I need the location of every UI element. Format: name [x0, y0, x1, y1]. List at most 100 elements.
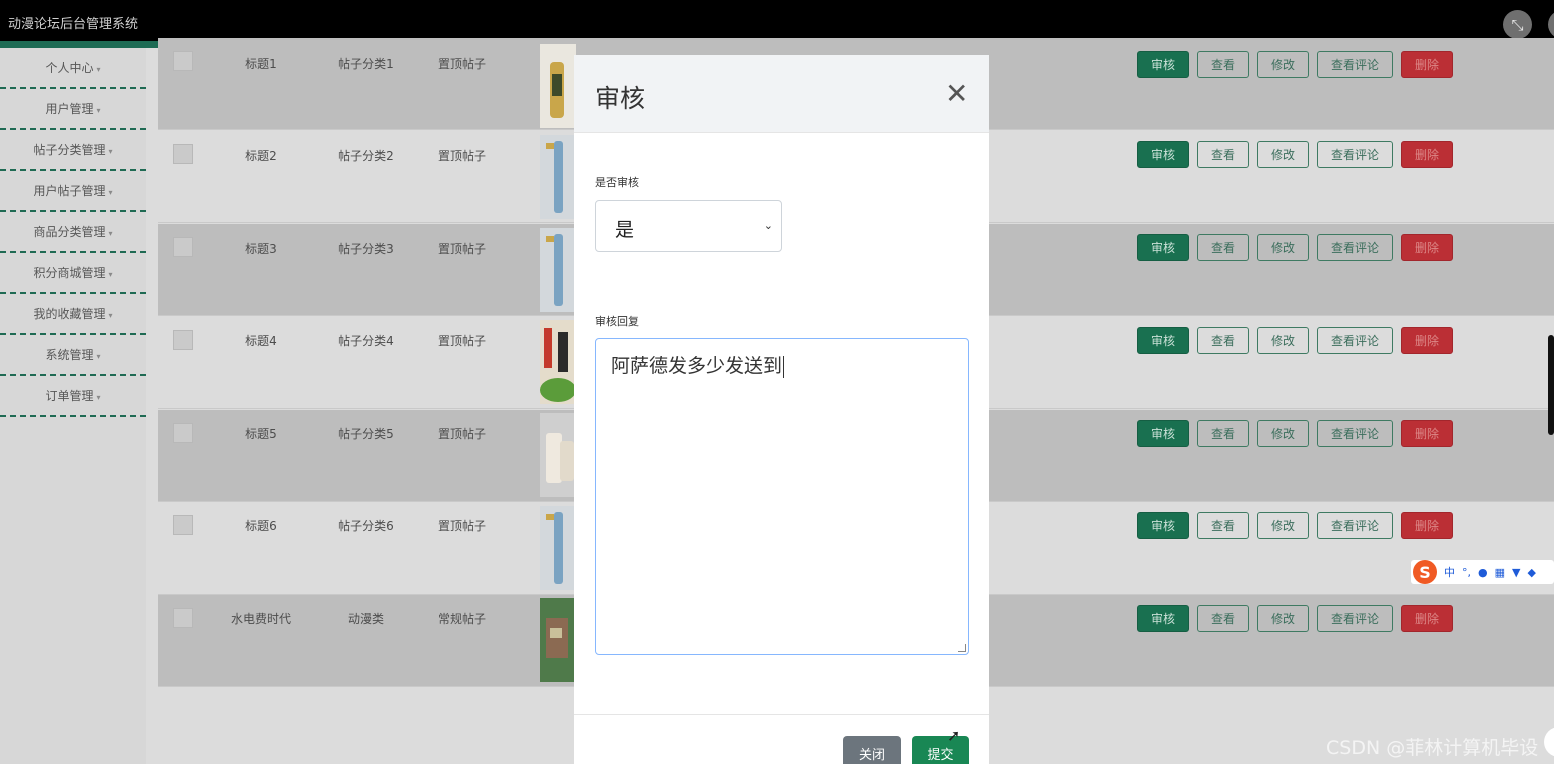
view-comments-button[interactable]: 查看评论	[1317, 512, 1393, 539]
sidebar-item-personal-center[interactable]: 个人中心 ▾	[0, 48, 146, 89]
cell-title: 标题4	[245, 334, 277, 348]
row-checkbox[interactable]	[173, 144, 193, 164]
review-button[interactable]: 审核	[1137, 234, 1189, 261]
row-actions: 审核 查看 修改 查看评论 删除	[1137, 420, 1453, 447]
cell-title: 标题2	[245, 149, 277, 163]
post-thumbnail	[540, 44, 576, 128]
delete-button[interactable]: 删除	[1401, 141, 1453, 168]
ime-toolbar[interactable]: S 中 °, ● ▦ ▼ ◆	[1411, 560, 1554, 584]
view-comments-button[interactable]: 查看评论	[1317, 51, 1393, 78]
sidebar-item-orders[interactable]: 订单管理 ▾	[0, 376, 146, 417]
sidebar-item-points-mall[interactable]: 积分商城管理 ▾	[0, 253, 146, 294]
microphone-icon[interactable]: ●	[1478, 566, 1488, 579]
review-button[interactable]: 审核	[1137, 327, 1189, 354]
app-title: 动漫论坛后台管理系统	[8, 17, 139, 32]
sidebar-item-label: 系统管理	[45, 348, 94, 362]
edit-button[interactable]: 修改	[1257, 420, 1309, 447]
fullscreen-exit-icon[interactable]: ⤡	[1503, 10, 1532, 39]
cell-type: 置顶帖子	[437, 519, 486, 533]
row-checkbox[interactable]	[173, 237, 193, 257]
edit-button[interactable]: 修改	[1257, 141, 1309, 168]
sidebar-item-post-categories[interactable]: 帖子分类管理 ▾	[0, 130, 146, 171]
view-button[interactable]: 查看	[1197, 512, 1249, 539]
sidebar-item-system[interactable]: 系统管理 ▾	[0, 335, 146, 376]
mouse-pointer-icon: ➚	[947, 726, 961, 745]
skin-icon[interactable]: ▼	[1512, 566, 1520, 579]
edit-button[interactable]: 修改	[1257, 512, 1309, 539]
delete-button[interactable]: 删除	[1401, 51, 1453, 78]
row-checkbox[interactable]	[173, 51, 193, 71]
ime-mode[interactable]: 中	[1444, 564, 1455, 580]
view-button[interactable]: 查看	[1197, 234, 1249, 261]
sidebar-item-favorites[interactable]: 我的收藏管理 ▾	[0, 294, 146, 335]
edit-button[interactable]: 修改	[1257, 234, 1309, 261]
watermark: CSDN @菲林计算机毕设	[1326, 737, 1539, 759]
row-checkbox[interactable]	[173, 515, 193, 535]
keyboard-icon[interactable]: ▦	[1495, 566, 1505, 579]
close-icon[interactable]: ✕	[945, 77, 968, 110]
delete-button[interactable]: 删除	[1401, 605, 1453, 632]
row-checkbox[interactable]	[173, 330, 193, 350]
sidebar-item-label: 个人中心	[45, 61, 94, 75]
select-value: 是	[615, 219, 635, 241]
view-button[interactable]: 查看	[1197, 327, 1249, 354]
view-button[interactable]: 查看	[1197, 51, 1249, 78]
floating-action-icon[interactable]	[1544, 727, 1554, 757]
delete-button[interactable]: 删除	[1401, 234, 1453, 261]
row-checkbox[interactable]	[173, 608, 193, 628]
cell-category: 帖子分类4	[338, 334, 394, 348]
review-button[interactable]: 审核	[1137, 141, 1189, 168]
view-button[interactable]: 查看	[1197, 605, 1249, 632]
delete-button[interactable]: 删除	[1401, 420, 1453, 447]
review-reply-textarea[interactable]: 阿萨德发多少发送到	[595, 338, 969, 655]
text-cursor	[783, 355, 785, 378]
cell-category: 帖子分类1	[338, 57, 394, 71]
sidebar-item-label: 商品分类管理	[33, 225, 106, 239]
view-comments-button[interactable]: 查看评论	[1317, 605, 1393, 632]
cell-type: 置顶帖子	[437, 242, 486, 256]
sidebar-item-product-categories[interactable]: 商品分类管理 ▾	[0, 212, 146, 253]
ime-punctuation[interactable]: °,	[1462, 566, 1471, 579]
chevron-down-icon: ▾	[108, 229, 113, 238]
chevron-down-icon: ▾	[96, 393, 101, 402]
modal-header: 审核 ✕	[574, 55, 989, 133]
view-comments-button[interactable]: 查看评论	[1317, 327, 1393, 354]
review-button[interactable]: 审核	[1137, 512, 1189, 539]
modal-title: 审核	[595, 84, 646, 113]
post-thumbnail	[540, 135, 576, 219]
post-thumbnail	[540, 413, 576, 497]
review-modal: 审核 ✕ 是否审核 是 ⌄ 审核回复 阿萨德发多少发送到 关闭 提交	[574, 55, 989, 764]
view-button[interactable]: 查看	[1197, 420, 1249, 447]
review-button[interactable]: 审核	[1137, 605, 1189, 632]
scrollbar[interactable]	[1548, 335, 1554, 435]
edit-button[interactable]: 修改	[1257, 605, 1309, 632]
sidebar-item-users[interactable]: 用户管理 ▾	[0, 89, 146, 130]
chevron-down-icon: ▾	[96, 352, 101, 361]
delete-button[interactable]: 删除	[1401, 327, 1453, 354]
review-button[interactable]: 审核	[1137, 420, 1189, 447]
sidebar-item-label: 积分商城管理	[33, 266, 106, 280]
submit-button[interactable]: 提交	[912, 736, 969, 764]
view-button[interactable]: 查看	[1197, 141, 1249, 168]
chevron-down-icon: ▾	[108, 270, 113, 279]
review-button[interactable]: 审核	[1137, 51, 1189, 78]
cell-type: 置顶帖子	[437, 57, 486, 71]
review-status-select[interactable]: 是 ⌄	[595, 200, 782, 252]
edit-button[interactable]: 修改	[1257, 51, 1309, 78]
delete-button[interactable]: 删除	[1401, 512, 1453, 539]
apps-icon[interactable]: ◆	[1527, 566, 1535, 579]
view-comments-button[interactable]: 查看评论	[1317, 420, 1393, 447]
cell-category: 帖子分类6	[338, 519, 394, 533]
edit-button[interactable]: 修改	[1257, 327, 1309, 354]
review-reply-label: 审核回复	[595, 315, 639, 328]
view-comments-button[interactable]: 查看评论	[1317, 141, 1393, 168]
close-button[interactable]: 关闭	[843, 736, 901, 764]
modal-footer-divider	[574, 714, 989, 715]
resize-handle-icon[interactable]	[958, 644, 966, 652]
row-checkbox[interactable]	[173, 423, 193, 443]
sidebar-item-label: 帖子分类管理	[33, 143, 106, 157]
sidebar-item-label: 用户帖子管理	[33, 184, 106, 198]
view-comments-button[interactable]: 查看评论	[1317, 234, 1393, 261]
review-status-label: 是否审核	[595, 176, 639, 189]
sidebar-item-user-posts[interactable]: 用户帖子管理 ▾	[0, 171, 146, 212]
